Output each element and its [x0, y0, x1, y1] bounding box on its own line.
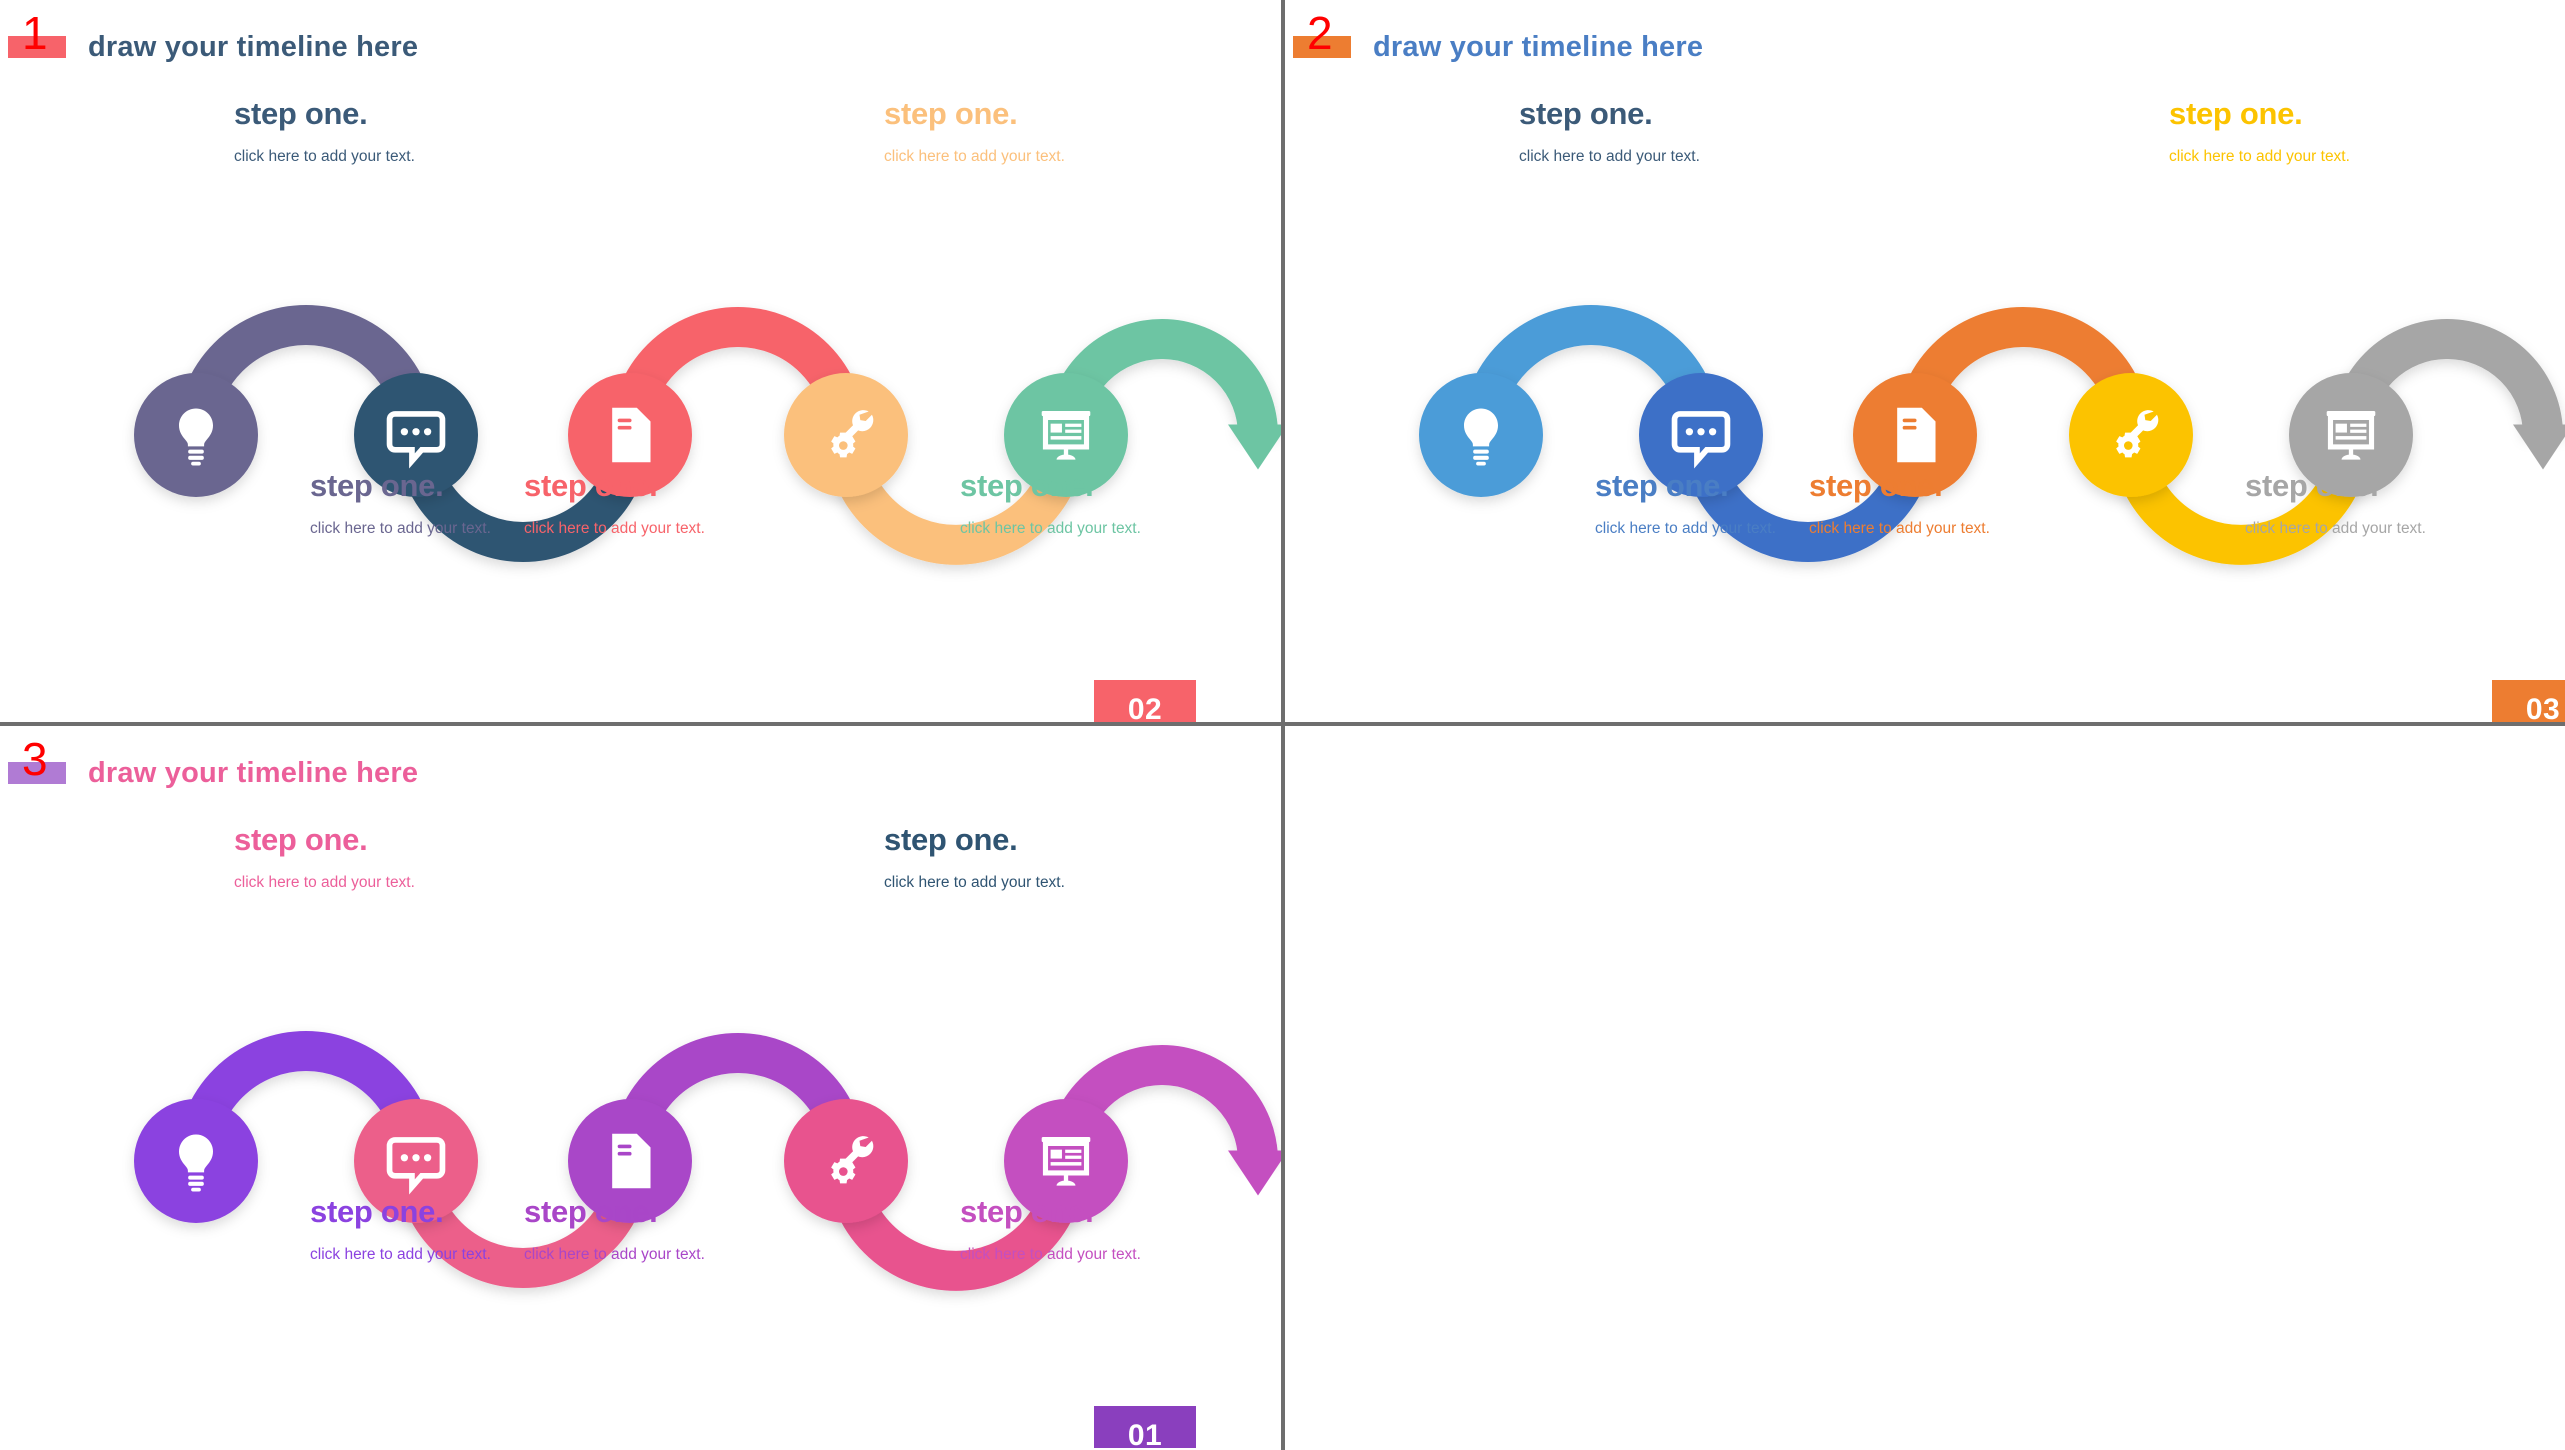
panel-3-diagram: step one. click here to add your text. ste…: [0, 796, 1281, 1396]
panel-1-step-5-text: step one. click here to add your text.: [960, 470, 1220, 542]
panel-1-diagram: step one. click here to add your text. ste…: [0, 70, 1281, 670]
slide-panel-4-empty[interactable]: [1285, 726, 2565, 1448]
panel-1-step-1-body: click here to add your text.: [234, 148, 415, 165]
panel-2-step-4-heading: step one.: [2169, 96, 2303, 131]
panel-2-step-3-text: step one. click here to add your text.: [1809, 470, 2069, 542]
horizontal-divider: [0, 722, 2565, 726]
panel-2-number: 2: [1307, 7, 1333, 59]
panel-3-step-5-text: step one. click here to add your text.: [960, 1196, 1220, 1268]
panel-2-title: draw your timeline here: [1373, 30, 1704, 63]
panel-2-step-5-heading: step one.: [2245, 468, 2379, 503]
panel-1-step-4-text: step one. click here to add your text.: [884, 98, 1144, 170]
panel-2-step-1-body: click here to add your text.: [1519, 148, 1700, 165]
panel-2-step-5-text: step one. click here to add your text.: [2245, 470, 2505, 542]
panel-2-step-4-body: click here to add your text.: [2169, 148, 2350, 165]
panel-3-step-4-text: step one. click here to add your text.: [884, 824, 1144, 896]
panel-3-page-badge: 01: [1094, 1406, 1196, 1448]
panel-1-header: 1 draw your timeline here: [0, 10, 419, 70]
panel-3-step-1-text: step one. click here to add your text.: [234, 824, 494, 896]
panel-1-title: draw your timeline here: [88, 30, 419, 63]
panel-1-step-3-text: step one. click here to add your text.: [524, 470, 784, 542]
slide-panel-2[interactable]: 2 draw your timeline here step one. click…: [1285, 0, 2565, 722]
panel-3-step-3-body: click here to add your text.: [524, 1246, 705, 1263]
slide-thumbnail-grid: 1 draw your timeline here step one. click…: [0, 0, 2565, 1450]
panel-2-page-number: 03: [2525, 693, 2561, 722]
panel-3-step-5-body: click here to add your text.: [960, 1246, 1141, 1263]
panel-2-page-badge: 03: [2492, 680, 2565, 722]
panel-3-step-3-text: step one. click here to add your text.: [524, 1196, 784, 1268]
panel-1-step-5-heading: step one.: [960, 468, 1094, 503]
panel-2-step-3-heading: step one.: [1809, 468, 1943, 503]
panel-1-step-3-heading: step one.: [524, 468, 658, 503]
slide-panel-3[interactable]: 3 draw your timeline here step one. click…: [0, 726, 1281, 1448]
panel-3-step-3-heading: step one.: [524, 1194, 658, 1229]
panel-1-page-number: 02: [1127, 693, 1163, 722]
panel-1-step-3-body: click here to add your text.: [524, 520, 705, 537]
panel-3-step-4-heading: step one.: [884, 822, 1018, 857]
panel-3-step-4-body: click here to add your text.: [884, 874, 1065, 891]
panel-1-step-1-text: step one. click here to add your text.: [234, 98, 494, 170]
panel-3-page-number: 01: [1127, 1419, 1163, 1448]
panel-1-step-4-body: click here to add your text.: [884, 148, 1065, 165]
panel-2-header: 2 draw your timeline here: [1285, 10, 1704, 70]
slide-panel-1[interactable]: 1 draw your timeline here step one. click…: [0, 0, 1281, 722]
panel-3-number: 3: [22, 733, 48, 785]
panel-1-number: 1: [22, 7, 48, 59]
panel-2-step-4-text: step one. click here to add your text.: [2169, 98, 2429, 170]
panel-2-step-1-heading: step one.: [1519, 96, 1653, 131]
panel-2-step-5-body: click here to add your text.: [2245, 520, 2426, 537]
panel-3-step-1-body: click here to add your text.: [234, 874, 415, 891]
panel-1-page-badge: 02: [1094, 680, 1196, 722]
panel-1-step-4-heading: step one.: [884, 96, 1018, 131]
panel-1-step-1-heading: step one.: [234, 96, 368, 131]
panel-3-title: draw your timeline here: [88, 756, 419, 789]
panel-2-step-3-body: click here to add your text.: [1809, 520, 1990, 537]
panel-3-step-5-heading: step one.: [960, 1194, 1094, 1229]
panel-2-diagram: step one. click here to add your text. ste…: [1285, 70, 2565, 670]
panel-3-step-1-heading: step one.: [234, 822, 368, 857]
panel-1-step-5-body: click here to add your text.: [960, 520, 1141, 537]
panel-2-step-1-text: step one. click here to add your text.: [1519, 98, 1779, 170]
panel-3-header: 3 draw your timeline here: [0, 736, 419, 796]
